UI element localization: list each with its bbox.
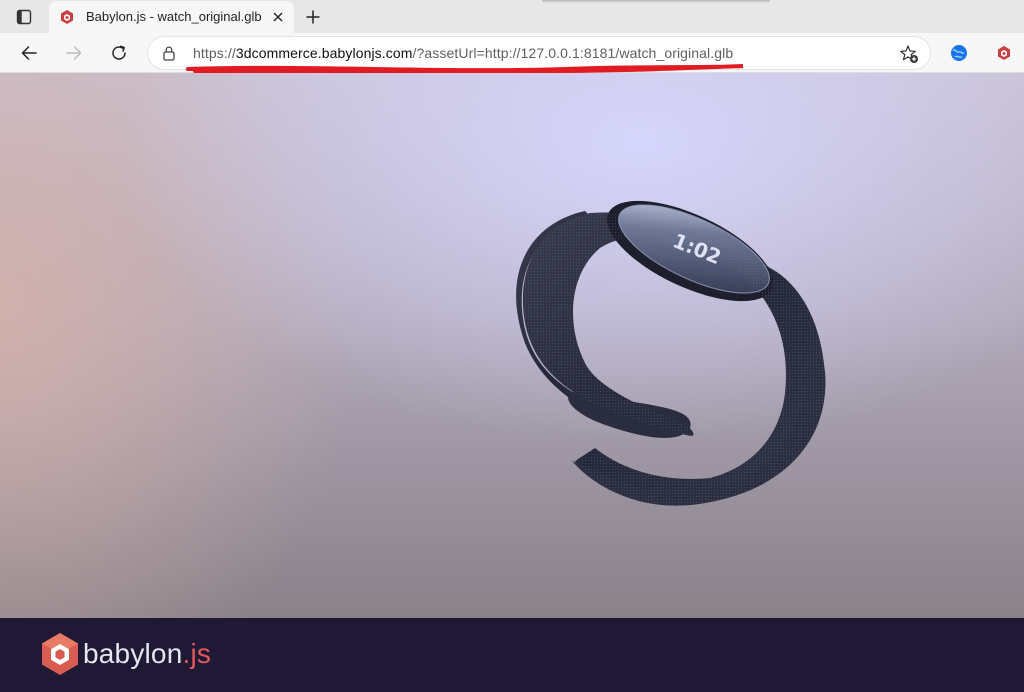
overlay-shadow xyxy=(542,0,770,3)
watch-model: 1:02 xyxy=(516,200,826,506)
address-bar[interactable]: https://3dcommerce.babylonjs.com/?assetU… xyxy=(148,37,930,69)
add-favorite-button[interactable] xyxy=(898,43,920,65)
browser-tab[interactable]: Babylon.js - watch_original.glb xyxy=(49,1,294,33)
tab-strip: Babylon.js - watch_original.glb xyxy=(0,0,1024,33)
tab-close-button[interactable] xyxy=(270,9,286,25)
tab-title: Babylon.js - watch_original.glb xyxy=(86,9,262,24)
brand-wordmark[interactable]: babylon.js xyxy=(83,638,211,670)
3d-viewport-canvas[interactable]: 1:02 xyxy=(0,73,1024,618)
brand-suffix: .js xyxy=(182,638,212,669)
babylon-logo-icon[interactable] xyxy=(40,632,80,676)
url-host: 3dcommerce.babylonjs.com xyxy=(235,45,413,61)
new-tab-button[interactable] xyxy=(300,4,326,30)
globe-extension-icon xyxy=(951,45,967,61)
url-path: /?assetUrl=http://127.0.0.1:8181/watch_o… xyxy=(412,45,734,61)
babylon-logo-icon xyxy=(61,10,73,24)
plus-icon xyxy=(306,10,320,24)
url-protocol: https:// xyxy=(193,45,236,61)
lock-icon[interactable] xyxy=(162,45,176,61)
refresh-button[interactable] xyxy=(104,38,134,68)
babylon-extension-icon xyxy=(998,46,1010,60)
globe-extension-button[interactable] xyxy=(948,42,970,64)
refresh-icon xyxy=(112,45,126,60)
babylon-footer: babylon.js xyxy=(0,618,1024,692)
brand-name: babylon xyxy=(83,638,183,669)
star-add-icon xyxy=(900,45,918,63)
close-icon xyxy=(273,12,283,22)
tab-actions-icon xyxy=(16,9,32,25)
browser-toolbar: https://3dcommerce.babylonjs.com/?assetU… xyxy=(0,33,1024,73)
back-arrow-icon xyxy=(21,46,37,60)
forward-arrow-icon xyxy=(66,46,82,60)
back-button[interactable] xyxy=(14,38,44,68)
tab-actions-button[interactable] xyxy=(8,5,40,29)
url-text[interactable]: https://3dcommerce.babylonjs.com/?assetU… xyxy=(193,45,733,61)
babylon-extension-button[interactable] xyxy=(993,42,1015,64)
forward-button[interactable] xyxy=(59,38,89,68)
